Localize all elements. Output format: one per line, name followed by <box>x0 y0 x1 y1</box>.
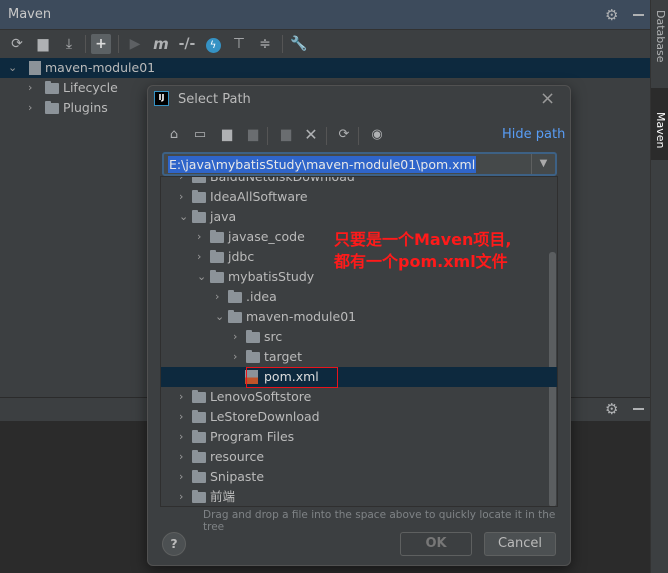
maven-m-icon[interactable]: m <box>151 34 171 54</box>
folder-icon <box>192 190 206 203</box>
download-icon[interactable]: ⤓ <box>59 34 79 54</box>
tree-row[interactable]: › resource <box>161 447 557 467</box>
folder-icon <box>192 410 206 423</box>
chevron-right-icon[interactable]: › <box>215 287 219 307</box>
folder-icon <box>192 210 206 223</box>
path-input[interactable]: E:\java\mybatisStudy\maven-module01\pom.… <box>162 152 557 176</box>
chevron-right-icon[interactable]: › <box>233 327 237 347</box>
reload-icon[interactable]: ⟳ <box>7 34 27 54</box>
tab-database[interactable]: Database <box>654 10 667 63</box>
plus-icon[interactable]: + <box>91 34 111 54</box>
minimize-icon[interactable] <box>633 14 644 16</box>
maven-project-icon <box>29 61 41 75</box>
tree-row[interactable]: › LenovoSoftstore <box>161 387 557 407</box>
chevron-right-icon[interactable]: › <box>197 227 201 247</box>
folder-gear-icon <box>45 101 59 114</box>
maven-panel-title: Maven <box>8 7 52 22</box>
tree-row[interactable]: pom.xml <box>161 367 557 387</box>
new-folder-icon[interactable]: ▆ <box>277 126 295 144</box>
chevron-down-icon[interactable]: ⌄ <box>215 307 224 327</box>
collapse-all-icon[interactable]: ≑ <box>255 34 275 54</box>
folder-icon <box>210 270 224 283</box>
chevron-right-icon[interactable]: › <box>179 387 183 407</box>
module-folder-icon[interactable]: ▆ <box>244 126 262 144</box>
expand-all-icon[interactable]: ⊤ <box>229 34 249 54</box>
refresh-icon[interactable]: ⟳ <box>335 126 353 144</box>
folder-icon <box>192 450 206 463</box>
maven-tree-row-project[interactable]: ⌄ maven-module01 <box>0 58 650 78</box>
folder-gear-icon <box>45 81 59 94</box>
folder-icon <box>246 330 260 343</box>
maven-panel-header: Maven ⚙ <box>0 0 650 30</box>
delete-icon[interactable]: ✕ <box>302 126 320 144</box>
chevron-right-icon[interactable]: › <box>233 347 237 367</box>
home-icon[interactable]: ⌂ <box>165 126 183 144</box>
skip-tests-icon[interactable]: -/- <box>177 34 197 54</box>
chevron-right-icon[interactable]: › <box>179 177 183 187</box>
folder-icon <box>228 310 242 323</box>
intellij-logo-icon: IJ <box>154 91 169 106</box>
chevron-right-icon[interactable]: › <box>179 407 183 427</box>
tree-row[interactable]: › IdeaAllSoftware <box>161 187 557 207</box>
maven-toolbar: ⟳ ▆ ⤓ + ▶ m -/- ϟ ⊤ ≑ 🔧 <box>0 30 650 58</box>
hide-path-link[interactable]: Hide path <box>502 127 565 142</box>
chevron-down-icon[interactable]: ▼ <box>531 154 555 174</box>
folder-icon <box>192 470 206 483</box>
cancel-button[interactable]: Cancel <box>484 532 556 556</box>
annotation-line-2: 都有一个pom.xml文件 <box>334 252 508 271</box>
gear-icon[interactable]: ⚙ <box>605 400 618 418</box>
right-tool-strip: Database Maven <box>650 0 668 573</box>
folder-icon <box>228 290 242 303</box>
folder-icon <box>192 430 206 443</box>
offline-icon[interactable]: ϟ <box>203 34 223 54</box>
run-icon[interactable]: ▶ <box>125 34 145 54</box>
chevron-down-icon[interactable]: ⌄ <box>197 267 206 287</box>
folder-icon <box>246 350 260 363</box>
tree-row[interactable]: › BaiduNetdiskDownload <box>161 177 557 187</box>
tree-row[interactable]: › Snipaste <box>161 467 557 487</box>
tree-row[interactable]: › 前端 <box>161 487 557 506</box>
tree-row[interactable]: ⌄ maven-module01 <box>161 307 557 327</box>
chevron-right-icon[interactable]: › <box>179 467 183 487</box>
folder-icon <box>192 490 206 503</box>
tree-row[interactable]: ⌄ java <box>161 207 557 227</box>
ok-button[interactable]: OK <box>400 532 472 556</box>
chevron-right-icon[interactable]: › <box>179 447 183 467</box>
chevron-right-icon[interactable]: › <box>197 247 201 267</box>
minimize-icon[interactable] <box>633 408 644 410</box>
folder-icon <box>210 230 224 243</box>
folder-icon <box>210 250 224 263</box>
add-folder-icon[interactable]: ▆ <box>33 34 53 54</box>
tree-row[interactable]: › target <box>161 347 557 367</box>
tree-row[interactable]: › LeStoreDownload <box>161 407 557 427</box>
select-path-dialog: IJ Select Path × ⌂ ▭ ▆ ▆ ▆ ✕ ⟳ ◉ Hide pa… <box>147 85 571 566</box>
wrench-icon[interactable]: 🔧 <box>289 34 309 54</box>
project-folder-icon[interactable]: ▆ <box>218 126 236 144</box>
dialog-title: Select Path <box>178 92 251 107</box>
tree-row[interactable]: › src <box>161 327 557 347</box>
close-icon[interactable]: × <box>540 88 555 109</box>
chevron-right-icon[interactable]: › <box>179 487 183 506</box>
chevron-right-icon[interactable]: › <box>179 427 183 447</box>
folder-icon <box>192 177 206 183</box>
help-button[interactable]: ? <box>162 532 186 556</box>
chevron-right-icon[interactable]: › <box>179 187 183 207</box>
tree-row[interactable]: › .idea <box>161 287 557 307</box>
gear-icon[interactable]: ⚙ <box>605 6 618 24</box>
desktop-icon[interactable]: ▭ <box>191 126 209 144</box>
chevron-down-icon[interactable]: ⌄ <box>179 207 188 227</box>
tab-maven[interactable]: Maven <box>654 112 667 148</box>
folder-icon <box>192 390 206 403</box>
show-hidden-icon[interactable]: ◉ <box>368 126 386 144</box>
highlight-box <box>246 367 338 388</box>
annotation-line-1: 只要是一个Maven项目, <box>334 230 512 249</box>
tree-row[interactable]: › Program Files <box>161 427 557 447</box>
drag-drop-hint: Drag and drop a file into the space abov… <box>203 509 556 533</box>
